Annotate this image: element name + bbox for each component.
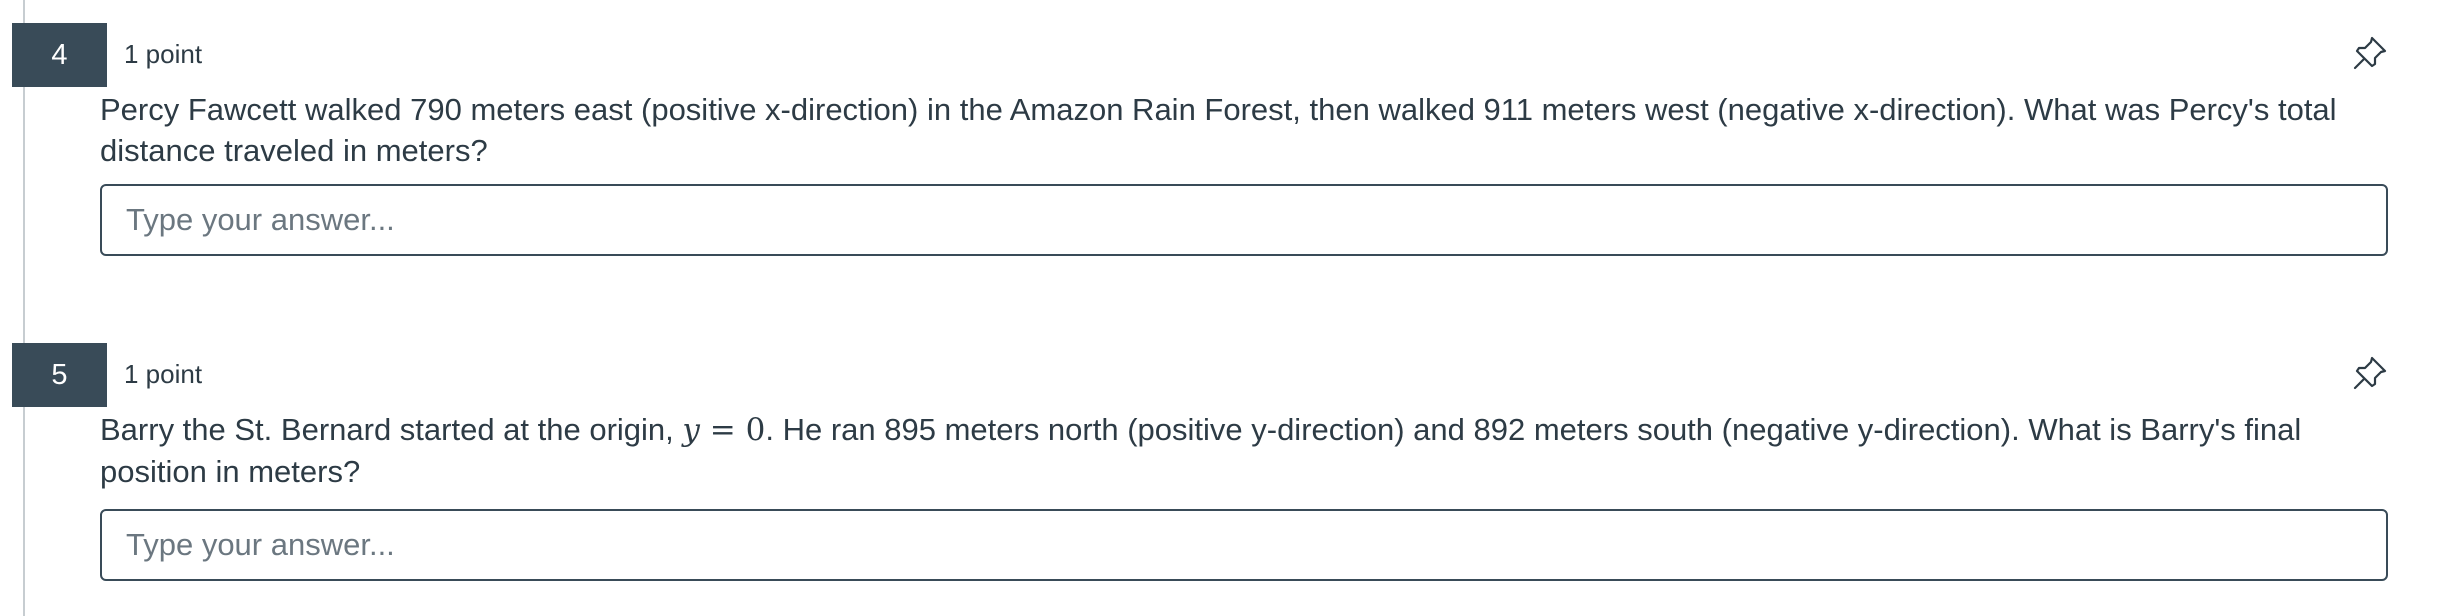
math-operator: = <box>709 412 736 448</box>
left-divider <box>23 0 25 616</box>
pin-icon[interactable] <box>2350 353 2390 393</box>
question-points: 1 point <box>124 39 203 69</box>
prompt-text-before-math: Barry the St. Bernard started at the ori… <box>100 412 683 447</box>
answer-input[interactable] <box>100 509 2388 581</box>
question-prompt: Percy Fawcett walked 790 meters east (po… <box>100 92 2337 168</box>
question-number-badge: 5 <box>12 343 107 407</box>
question-prompt: Barry the St. Bernard started at the ori… <box>100 409 2400 492</box>
math-variable: y <box>682 412 700 448</box>
math-expression: y = 0 <box>682 412 765 448</box>
answer-input[interactable] <box>100 184 2388 256</box>
question-points: 1 point <box>124 359 203 389</box>
pin-icon[interactable] <box>2350 33 2390 73</box>
math-value: 0 <box>745 412 766 448</box>
question-number-badge: 4 <box>12 23 107 87</box>
quiz-page: 4 1 point Percy Fawcett walked 790 meter… <box>0 0 2450 616</box>
